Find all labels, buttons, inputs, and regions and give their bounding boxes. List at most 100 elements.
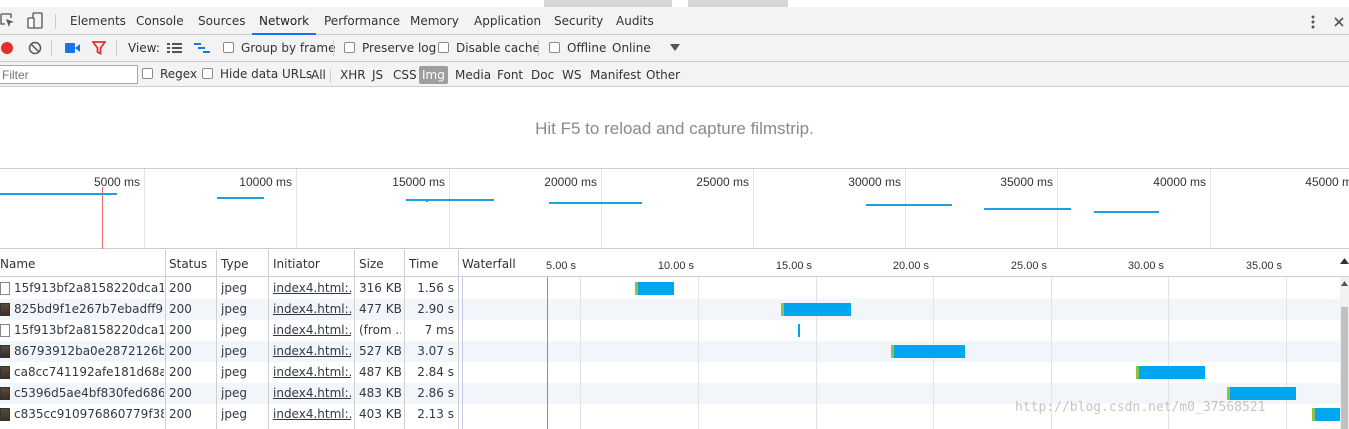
column-header-size[interactable]: Size <box>359 257 384 271</box>
tab-sources[interactable]: Sources <box>198 7 245 35</box>
filter-type-doc[interactable]: Doc <box>529 66 556 84</box>
status-cell: 200 <box>169 386 192 400</box>
waterfall-bar[interactable] <box>798 324 800 337</box>
request-name: 825bd9f1e267b7ebadff9b... <box>14 302 164 316</box>
scroll-up-icon[interactable] <box>1341 281 1348 287</box>
filter-type-manifest[interactable]: Manifest <box>588 66 643 84</box>
tab-console[interactable]: Console <box>136 7 184 35</box>
status-cell: 200 <box>169 344 192 358</box>
preserve-log-checkbox[interactable] <box>344 42 355 53</box>
waterfall-tick-label: 20.00 s <box>892 260 929 272</box>
waterfall-bar[interactable] <box>1229 387 1296 400</box>
waterfall-bar[interactable] <box>637 282 674 295</box>
group-by-frame-checkbox[interactable] <box>223 42 234 53</box>
group-by-frame-label: Group by frame <box>241 41 336 55</box>
tab-elements[interactable]: Elements <box>70 7 126 35</box>
overview-gridline <box>753 169 754 249</box>
toolbar-separator <box>55 14 56 29</box>
filter-type-img[interactable]: Img <box>419 66 448 84</box>
waterfall-tick-label: 15.00 s <box>775 260 812 272</box>
tab-audits[interactable]: Audits <box>616 7 654 35</box>
offline-label: Offline <box>567 41 607 55</box>
waterfall-gridline <box>1286 277 1287 429</box>
initiator-link[interactable]: index4.html:... <box>273 323 351 337</box>
waterfall-waiting-segment <box>781 303 784 316</box>
filter-type-all[interactable]: All <box>309 66 328 84</box>
inspect-element-icon[interactable] <box>0 13 16 29</box>
initiator-link[interactable]: index4.html:... <box>273 344 351 358</box>
regex-checkbox[interactable] <box>142 68 153 79</box>
table-row[interactable]: 86793912ba0e2872126b3... 200 jpeg index4.ht… <box>0 341 1340 362</box>
filter-icon[interactable] <box>92 41 106 55</box>
initiator-link[interactable]: index4.html:... <box>273 407 351 421</box>
column-header-name[interactable]: Name <box>0 257 35 271</box>
waterfall-bar[interactable] <box>783 303 851 316</box>
overview-tick-label: 20000 ms <box>544 175 597 189</box>
waterfall-waiting-segment <box>1136 366 1139 379</box>
chevron-down-icon[interactable] <box>670 44 680 52</box>
tab-application[interactable]: Application <box>474 7 541 35</box>
time-cell: 7 ms <box>424 323 454 337</box>
network-toolbar: View: Group by frame Preserve log Disabl… <box>0 35 1349 62</box>
column-header-initiator[interactable]: Initiator <box>273 257 320 271</box>
more-options-icon[interactable] <box>1309 14 1317 30</box>
close-icon[interactable] <box>1333 16 1345 28</box>
scrollbar[interactable] <box>1340 258 1349 429</box>
waterfall-waiting-segment <box>891 345 894 358</box>
type-cell: jpeg <box>221 407 247 421</box>
filter-type-xhr[interactable]: XHR <box>338 66 368 84</box>
filter-type-font[interactable]: Font <box>495 66 525 84</box>
disable-cache-checkbox[interactable] <box>438 42 449 53</box>
throttling-select[interactable]: Online <box>612 41 651 55</box>
filter-type-other[interactable]: Other <box>644 66 682 84</box>
waterfall-bar[interactable] <box>893 345 965 358</box>
waterfall-bar[interactable] <box>1314 408 1340 421</box>
offline-checkbox[interactable] <box>549 42 560 53</box>
size-cell: 403 KB <box>359 407 401 421</box>
initiator-link[interactable]: index4.html:... <box>273 302 351 316</box>
overview-bar <box>217 197 264 199</box>
filter-input[interactable] <box>0 65 138 84</box>
tab-memory[interactable]: Memory <box>410 7 459 35</box>
column-separator <box>354 250 355 429</box>
column-header-waterfall[interactable]: Waterfall <box>462 257 516 271</box>
clear-icon[interactable] <box>28 41 42 55</box>
size-cell: 487 KB <box>359 365 401 379</box>
document-file-icon <box>0 282 10 295</box>
hide-data-urls-checkbox[interactable] <box>202 68 213 79</box>
filter-type-ws[interactable]: WS <box>560 66 583 84</box>
waterfall-bar[interactable] <box>1138 366 1205 379</box>
column-separator <box>404 250 405 429</box>
initiator-link[interactable]: index4.html:... <box>273 386 351 400</box>
column-header-time[interactable]: Time <box>409 257 438 271</box>
show-overview-icon[interactable] <box>194 42 210 54</box>
tab-network[interactable]: Network <box>252 7 317 35</box>
watermark: http://blog.csdn.net/m0_37568521 <box>1015 400 1266 415</box>
type-cell: jpeg <box>221 386 247 400</box>
capture-screenshots-icon[interactable] <box>65 42 81 54</box>
record-icon[interactable] <box>0 41 14 55</box>
tab-performance[interactable]: Performance <box>324 7 400 35</box>
table-row[interactable]: 15f913bf2a8158220dca1f... 200 jpeg index4.h… <box>0 320 1340 341</box>
request-name: 15f913bf2a8158220dca1f... <box>14 323 164 337</box>
column-header-type[interactable]: Type <box>221 257 249 271</box>
table-row[interactable]: 825bd9f1e267b7ebadff9b... 200 jpeg index4.h… <box>0 299 1340 320</box>
status-cell: 200 <box>169 323 192 337</box>
filter-type-js[interactable]: JS <box>370 66 385 84</box>
sort-ascending-icon[interactable] <box>1340 257 1349 265</box>
time-cell: 3.07 s <box>417 344 454 358</box>
initiator-link[interactable]: index4.html:... <box>273 281 351 295</box>
filter-type-css[interactable]: CSS <box>391 66 419 84</box>
device-toolbar-icon[interactable] <box>27 12 43 30</box>
column-header-status[interactable]: Status <box>169 257 207 271</box>
scrollbar-thumb[interactable] <box>1341 307 1348 429</box>
hide-data-urls-label: Hide data URLs <box>220 67 313 81</box>
initiator-link[interactable]: index4.html:... <box>273 365 351 379</box>
waterfall-gridline <box>580 277 581 429</box>
overview-tick-label: 15000 ms <box>392 175 445 189</box>
tab-security[interactable]: Security <box>554 7 603 35</box>
large-request-rows-icon[interactable] <box>167 42 182 54</box>
filter-type-media[interactable]: Media <box>453 66 493 84</box>
timeline-overview[interactable]: 5000 ms 10000 ms 15000 ms 20000 ms 25000 ms 3… <box>0 169 1349 249</box>
overview-bar <box>1094 211 1159 213</box>
